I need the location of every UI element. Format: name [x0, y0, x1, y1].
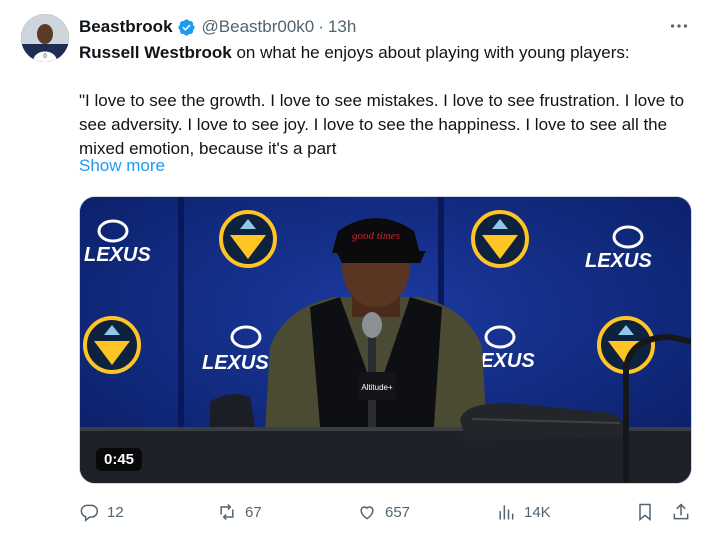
tweet-intro-text: on what he enjoys about playing with you… — [231, 43, 630, 62]
cap-text: good times — [352, 230, 400, 242]
repost-button[interactable]: 67 — [217, 498, 262, 526]
tweet-subject: Russell Westbrook — [79, 43, 232, 62]
tweet-text: Russell Westbrook on what he enjoys abou… — [79, 41, 689, 161]
separator-dot: · — [318, 17, 324, 36]
video-player[interactable]: LEXUS LEXUS LEXUS LEXUS good times Altit… — [79, 196, 692, 484]
more-icon[interactable] — [668, 15, 690, 37]
like-icon — [360, 506, 374, 520]
repost-icon — [220, 503, 234, 521]
like-button[interactable]: 657 — [357, 498, 410, 526]
tweet-header: Beastbrook @Beastbr00k0 · 13h — [79, 14, 356, 40]
lexus-sign-2: LEXUS — [585, 250, 652, 272]
reply-button[interactable]: 12 — [79, 498, 124, 526]
lexus-sign-1: LEXUS — [84, 244, 151, 266]
repost-count: 67 — [245, 503, 262, 521]
show-more-link[interactable]: Show more — [79, 156, 165, 176]
author-name[interactable]: Beastbrook — [79, 17, 173, 37]
like-count: 657 — [385, 503, 411, 521]
author-handle[interactable]: @Beastbr00k0 — [202, 17, 315, 37]
nuggets-logo-1 — [219, 210, 277, 268]
bookmark-icon — [639, 503, 651, 522]
views-count: 14K — [524, 503, 551, 521]
tweet[interactable]: 0 Beastbrook @Beastbr00k0 · 13h Russell … — [0, 0, 716, 540]
bookmark-button[interactable] — [635, 498, 663, 526]
nuggets-logo-2 — [471, 210, 529, 268]
tweet-intro: Russell Westbrook on what he enjoys abou… — [79, 41, 689, 65]
tweet-quote: "I love to see the growth. I love to see… — [79, 91, 685, 158]
views-button[interactable]: 14K — [496, 498, 551, 526]
share-button[interactable] — [671, 498, 699, 526]
video-thumbnail: LEXUS LEXUS LEXUS LEXUS good times Altit… — [80, 197, 691, 483]
lexus-sign-3: LEXUS — [202, 352, 269, 374]
nuggets-logo-3 — [83, 316, 141, 374]
mic-flag-text: Altitude+ — [361, 383, 393, 392]
reply-icon — [80, 504, 99, 522]
views-icon — [499, 505, 514, 520]
verified-badge-icon — [177, 18, 195, 36]
reply-count: 12 — [107, 503, 124, 521]
timestamp[interactable]: 13h — [328, 17, 356, 37]
video-duration: 0:45 — [96, 448, 143, 471]
share-icon — [673, 503, 689, 520]
action-bar: 12 67 657 14K — [79, 498, 695, 526]
avatar[interactable]: 0 — [21, 14, 69, 62]
avatar-image: 0 — [21, 14, 69, 62]
